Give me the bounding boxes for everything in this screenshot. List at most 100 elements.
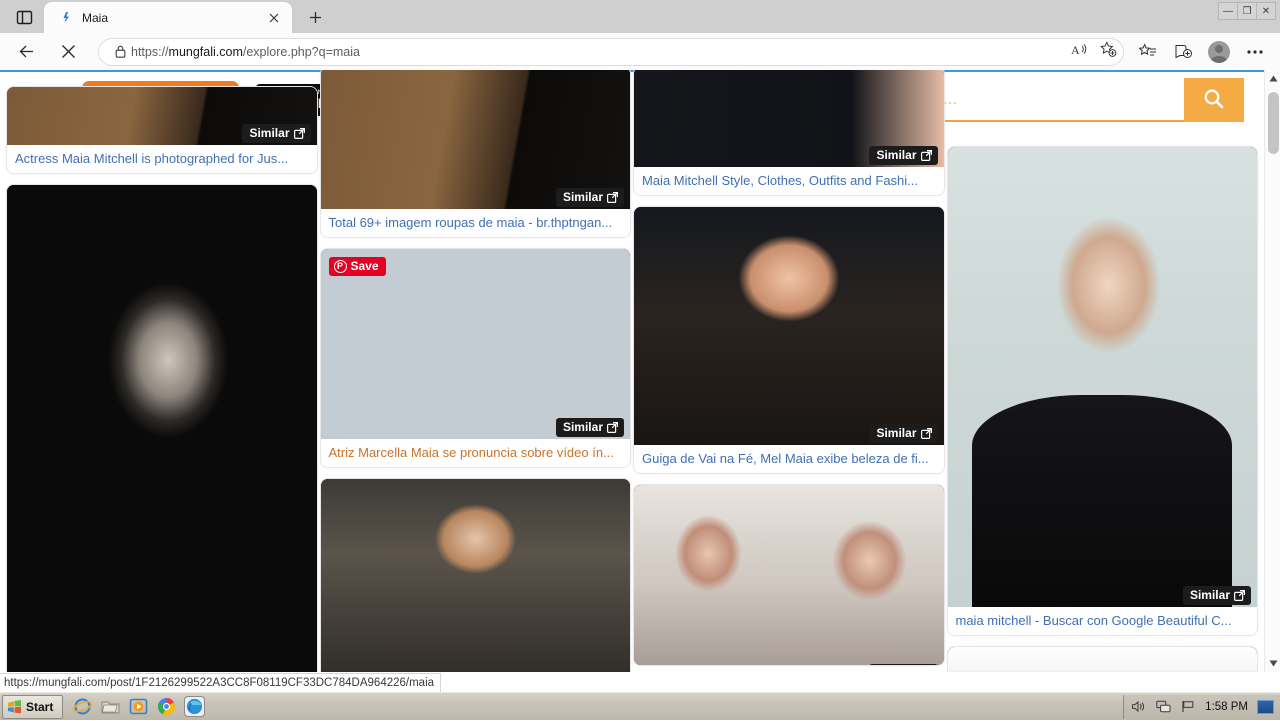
result-caption[interactable]: Total 69+ imagem roupas de maia - br.thp…: [321, 209, 631, 237]
search-button[interactable]: [1184, 78, 1244, 122]
result-card[interactable]: Similar: [633, 484, 945, 666]
results-column: Similar Actress Maia Mitchell is photogr…: [6, 128, 318, 672]
windows-flag-icon: [7, 700, 22, 714]
stop-x-icon[interactable]: [52, 37, 84, 67]
windows-taskbar: Start: [0, 692, 1280, 720]
page-scrollbar[interactable]: [1264, 70, 1280, 672]
results-column: Similar maia mitchell - Buscar con Googl…: [947, 128, 1259, 672]
external-link-icon: [294, 128, 305, 139]
chrome-icon[interactable]: [157, 697, 176, 716]
result-thumbnail[interactable]: Similar: [7, 87, 317, 145]
start-button[interactable]: Start: [2, 695, 63, 719]
similar-badge[interactable]: Similar: [556, 418, 624, 437]
result-thumbnail[interactable]: Similar: [321, 479, 631, 672]
address-bar-actions: A: [1071, 41, 1117, 63]
result-card[interactable]: Similar Maia Mitchell Style, Clothes, Ou…: [633, 70, 945, 196]
volume-icon[interactable]: [1130, 699, 1146, 714]
similar-label: Similar: [563, 190, 603, 204]
edge-icon[interactable]: [185, 697, 204, 716]
url-path: /explore.php?q=maia: [243, 45, 360, 59]
similar-badge[interactable]: Similar: [869, 146, 937, 165]
results-column: Similar Maia Mitchell Style, Clothes, Ou…: [633, 128, 945, 672]
similar-label: Similar: [1190, 588, 1230, 602]
network-icon[interactable]: [1155, 699, 1171, 714]
flag-icon[interactable]: [1180, 699, 1196, 714]
scroll-down-arrow[interactable]: [1265, 655, 1280, 672]
external-link-icon: [607, 422, 618, 433]
result-thumbnail[interactable]: Similar: [948, 147, 1258, 607]
internet-explorer-icon[interactable]: [73, 697, 92, 716]
result-thumbnail[interactable]: Similar: [321, 70, 631, 209]
result-caption[interactable]: Actress Maia Mitchell is photographed fo…: [7, 145, 317, 173]
close-window-button[interactable]: ✕: [1256, 2, 1276, 20]
result-thumbnail[interactable]: Similar: [634, 485, 944, 665]
result-caption[interactable]: Maia Mitchell Style, Clothes, Outfits an…: [634, 167, 944, 195]
folder-icon[interactable]: [101, 697, 120, 716]
more-options-icon[interactable]: [1240, 37, 1270, 67]
result-card[interactable]: Similar maia mitchell - Buscar con Googl…: [947, 146, 1259, 636]
result-card[interactable]: P Save Similar Atriz Marcella Maia se pr…: [320, 248, 632, 468]
lock-icon: [109, 45, 131, 58]
result-caption[interactable]: Guiga de Vai na Fé, Mel Maia exibe belez…: [634, 445, 944, 473]
result-thumbnail[interactable]: Similar: [634, 70, 944, 167]
similar-badge[interactable]: Similar: [556, 188, 624, 207]
favorites-list-icon[interactable]: [1132, 37, 1162, 67]
navigation-bar: https://mungfali.com/explore.php?q=maia …: [0, 33, 1280, 70]
similar-label: Similar: [563, 420, 603, 434]
url-host: mungfali.com: [169, 45, 243, 59]
profile-avatar-icon[interactable]: [1204, 37, 1234, 67]
collections-icon[interactable]: [1168, 37, 1198, 67]
quick-launch-bar: [69, 697, 204, 716]
result-card[interactable]: [6, 184, 318, 672]
scrollbar-thumb[interactable]: [1268, 92, 1279, 154]
start-label: Start: [26, 700, 53, 714]
result-thumbnail[interactable]: [7, 185, 317, 672]
result-caption[interactable]: maia mitchell - Buscar con Google Beauti…: [948, 607, 1258, 635]
external-link-icon: [607, 192, 618, 203]
similar-badge[interactable]: Similar: [869, 424, 937, 443]
address-bar[interactable]: https://mungfali.com/explore.php?q=maia …: [98, 38, 1124, 66]
tab-title: Maia: [82, 11, 264, 25]
result-thumbnail[interactable]: P Save Similar: [321, 249, 631, 439]
result-card[interactable]: Similar Guiga de Vai na Fé, Mel Maia exi…: [633, 206, 945, 474]
result-caption[interactable]: Atriz Marcella Maia se pronuncia sobre v…: [321, 439, 631, 467]
pinterest-icon: P: [334, 260, 347, 273]
system-tray: 1:58 PM: [1123, 695, 1280, 719]
similar-label: Similar: [876, 426, 916, 440]
read-aloud-icon[interactable]: A: [1071, 42, 1089, 62]
similar-badge[interactable]: Similar: [1183, 586, 1251, 605]
taskbar-clock[interactable]: 1:58 PM: [1205, 701, 1248, 713]
desktop-preview-icon[interactable]: [1257, 700, 1274, 714]
browser-tab[interactable]: Maia: [44, 2, 292, 33]
results-column: Similar Total 69+ imagem roupas de maia …: [320, 128, 632, 672]
result-card[interactable]: Similar: [320, 478, 632, 672]
page-viewport: Mungfali GET IT ON Google Play: [0, 70, 1280, 672]
restore-button[interactable]: ❐: [1237, 2, 1257, 20]
scroll-up-arrow[interactable]: [1265, 70, 1280, 87]
tab-strip: Maia — ❐ ✕: [0, 0, 1280, 33]
result-card[interactable]: Similar Total 69+ imagem roupas de maia …: [320, 70, 632, 238]
new-tab-button[interactable]: [300, 3, 330, 31]
window-controls: — ❐ ✕: [1219, 2, 1276, 20]
result-card[interactable]: Similar Actress Maia Mitchell is photogr…: [6, 86, 318, 174]
result-thumbnail[interactable]: Similar: [634, 207, 944, 445]
external-link-icon: [921, 428, 932, 439]
close-icon[interactable]: [264, 8, 284, 28]
link-status-bar: https://mungfali.com/post/1F2126299522A3…: [0, 673, 441, 692]
back-arrow-icon[interactable]: [10, 37, 42, 67]
result-card[interactable]: [947, 646, 1259, 672]
pinterest-save-button[interactable]: P Save: [329, 257, 386, 276]
similar-badge[interactable]: Similar: [242, 124, 310, 143]
results-grid: Similar Actress Maia Mitchell is photogr…: [0, 128, 1264, 672]
similar-label: Similar: [876, 148, 916, 162]
url-text: https://mungfali.com/explore.php?q=maia: [131, 45, 360, 59]
add-favorite-icon[interactable]: [1099, 41, 1117, 63]
navbar-right-actions: [1132, 37, 1280, 67]
minimize-button[interactable]: —: [1218, 2, 1238, 20]
save-label: Save: [351, 259, 379, 273]
tab-list-icon[interactable]: [6, 3, 42, 31]
similar-badge[interactable]: Similar: [869, 664, 937, 665]
browser-window: Maia — ❐ ✕ https://mungfali.com/explore.…: [0, 0, 1280, 720]
media-player-icon[interactable]: [129, 697, 148, 716]
result-thumbnail[interactable]: [948, 647, 1258, 672]
